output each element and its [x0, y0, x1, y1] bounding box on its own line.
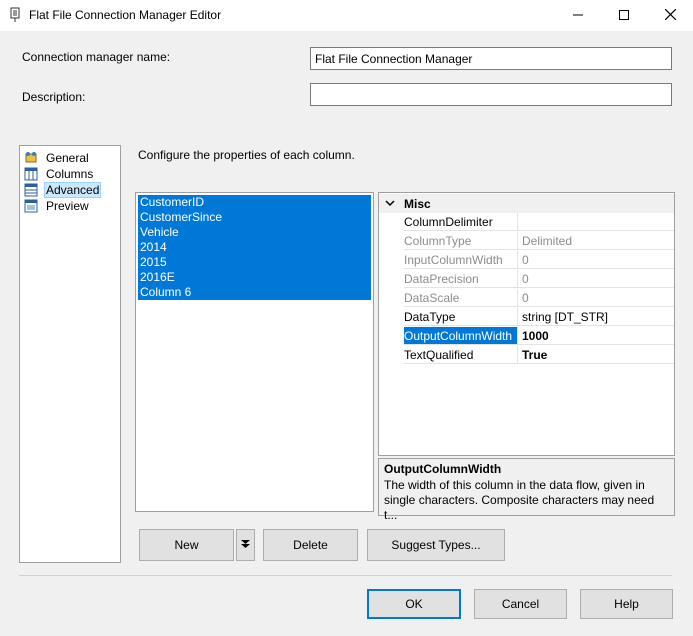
- property-row-selected[interactable]: OutputColumnWidth 1000: [379, 327, 674, 346]
- suggest-types-button[interactable]: Suggest Types...: [367, 529, 505, 561]
- new-button[interactable]: New: [139, 529, 234, 561]
- close-button[interactable]: [647, 0, 693, 31]
- dropdown-arrow-icon: [241, 538, 250, 553]
- property-value[interactable]: True: [518, 346, 674, 364]
- delete-button[interactable]: Delete: [263, 529, 358, 561]
- property-grid: Misc ColumnDelimiter ColumnType Delimite…: [378, 192, 675, 456]
- description-text: The width of this column in the data flo…: [384, 478, 655, 522]
- column-list[interactable]: CustomerID CustomerSince Vehicle 2014 20…: [138, 195, 371, 300]
- advanced-icon: [24, 183, 38, 197]
- column-list-panel: CustomerID CustomerSince Vehicle 2014 20…: [135, 192, 374, 512]
- maximize-icon: [619, 9, 629, 23]
- page-navigation: General Columns Advanced Preview: [19, 145, 121, 563]
- nav-label: General: [46, 151, 89, 165]
- connection-name-field[interactable]: [310, 47, 672, 70]
- ok-button[interactable]: OK: [367, 589, 461, 619]
- nav-label: Preview: [46, 199, 89, 213]
- title-bar: Flat File Connection Manager Editor: [0, 0, 693, 31]
- collapse-chevron-icon[interactable]: [385, 197, 395, 211]
- window-title: Flat File Connection Manager Editor: [29, 8, 222, 22]
- name-label: Connection manager name:: [22, 50, 171, 64]
- list-item[interactable]: CustomerSince: [138, 210, 371, 225]
- property-name: InputColumnWidth: [404, 251, 518, 269]
- property-value: 0: [518, 270, 674, 288]
- preview-icon: [24, 199, 38, 213]
- property-row[interactable]: ColumnDelimiter: [379, 213, 674, 232]
- list-item[interactable]: Vehicle: [138, 225, 371, 240]
- property-row[interactable]: ColumnType Delimited: [379, 232, 674, 251]
- list-item[interactable]: 2016E: [138, 270, 371, 285]
- property-name: ColumnType: [404, 232, 518, 250]
- new-dropdown-button[interactable]: [236, 529, 255, 561]
- list-item[interactable]: 2014: [138, 240, 371, 255]
- nav-label: Advanced: [44, 182, 102, 198]
- nav-item-columns[interactable]: Columns: [24, 166, 95, 182]
- property-description-panel: OutputColumnWidth The width of this colu…: [378, 458, 675, 522]
- list-item[interactable]: Column 6: [138, 285, 371, 300]
- nav-item-general[interactable]: General: [24, 150, 91, 166]
- description-label: Description:: [22, 90, 86, 104]
- property-value[interactable]: string [DT_STR]: [518, 308, 674, 326]
- property-name: OutputColumnWidth: [404, 327, 518, 345]
- list-item[interactable]: CustomerID: [138, 195, 371, 210]
- property-row[interactable]: DataPrecision 0: [379, 270, 674, 289]
- description-field[interactable]: [310, 83, 672, 106]
- property-row[interactable]: TextQualified True: [379, 346, 674, 365]
- property-value: 0: [518, 289, 674, 307]
- maximize-button[interactable]: [601, 0, 647, 31]
- flat-file-icon: [8, 7, 22, 23]
- instruction-text: Configure the properties of each column.: [138, 148, 355, 162]
- divider: [19, 575, 672, 576]
- minimize-icon: [573, 9, 583, 23]
- property-name: DataType: [404, 308, 518, 326]
- minimize-button[interactable]: [555, 0, 601, 31]
- nav-label: Columns: [46, 167, 94, 181]
- property-name: ColumnDelimiter: [404, 213, 518, 231]
- general-icon: [24, 151, 38, 165]
- description-title: OutputColumnWidth: [384, 462, 502, 476]
- property-value[interactable]: 1000: [518, 327, 674, 345]
- help-button[interactable]: Help: [580, 589, 673, 619]
- property-row[interactable]: DataType string [DT_STR]: [379, 308, 674, 327]
- category-label: Misc: [404, 197, 431, 211]
- property-row[interactable]: DataScale 0: [379, 289, 674, 308]
- nav-item-advanced[interactable]: Advanced: [24, 182, 102, 198]
- property-name: DataScale: [404, 289, 518, 307]
- property-name: TextQualified: [404, 346, 518, 364]
- cancel-button[interactable]: Cancel: [474, 589, 567, 619]
- category-row[interactable]: Misc: [379, 194, 674, 213]
- property-value: Delimited: [518, 232, 674, 250]
- list-item[interactable]: 2015: [138, 255, 371, 270]
- close-icon: [664, 8, 676, 23]
- property-name: DataPrecision: [404, 270, 518, 288]
- property-row[interactable]: InputColumnWidth 0: [379, 251, 674, 270]
- property-value[interactable]: [518, 213, 674, 231]
- nav-item-preview[interactable]: Preview: [24, 198, 91, 214]
- property-value: 0: [518, 251, 674, 269]
- columns-icon: [24, 167, 38, 181]
